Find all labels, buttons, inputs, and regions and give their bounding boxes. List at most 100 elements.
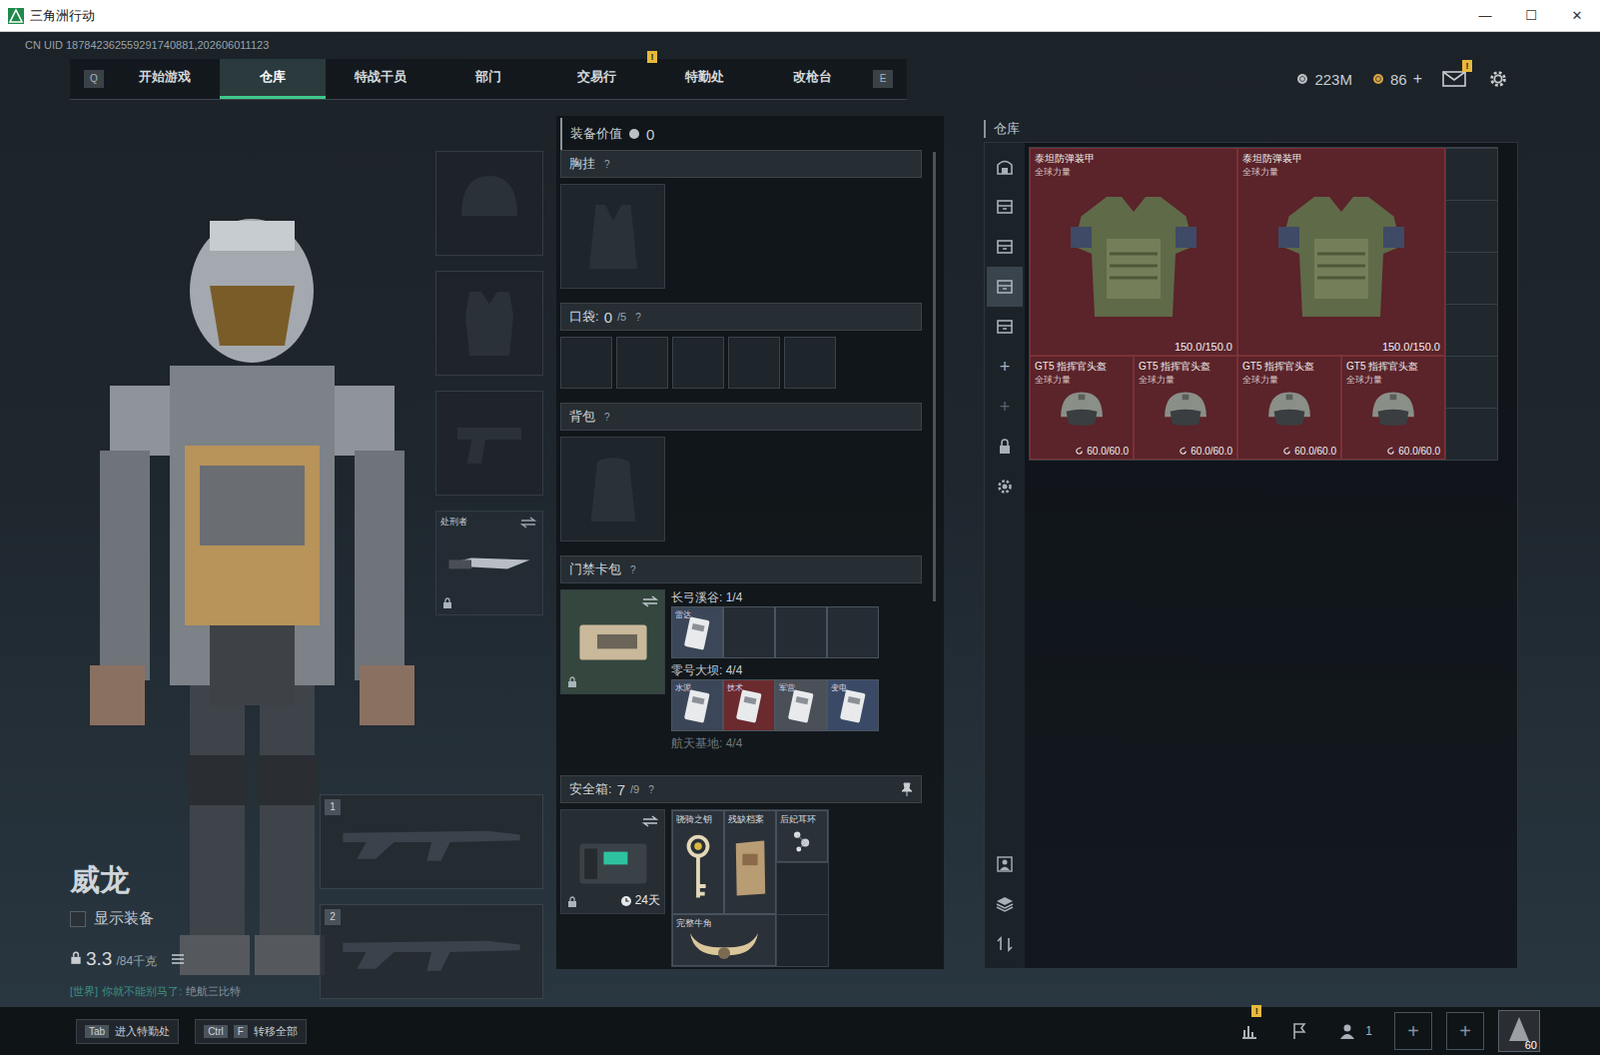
gear-slot[interactable]: 处刑者 (435, 510, 544, 616)
add-tab-glyph: + (999, 396, 1011, 418)
warehouse-tab[interactable] (986, 226, 1023, 267)
warehouse-item[interactable]: GT5 指挥官头盔全球力量60.0/60.0 (1029, 355, 1134, 460)
section-header: 安全箱:7/9? (560, 775, 922, 803)
help-button[interactable]: ? (604, 411, 611, 423)
warehouse-tab[interactable] (986, 146, 1023, 187)
currency-amount: 86 (1390, 70, 1408, 88)
backpack-slot[interactable] (560, 436, 666, 542)
key-hint[interactable]: Tab进入特勤处 (75, 1018, 179, 1044)
keycard-slot[interactable]: 雷达 (671, 606, 724, 659)
character-panel: 处刑者威龙显示装备3.3/84千克[世界]你就不能别马了:绝航三比特12 (0, 115, 557, 1007)
gear-slot[interactable] (435, 390, 544, 496)
warehouse-tab[interactable] (986, 266, 1023, 307)
stats-button[interactable]: ! (1231, 1012, 1268, 1049)
help-button[interactable]: ? (630, 564, 637, 576)
help-button[interactable]: ? (635, 311, 642, 323)
warehouse-tab[interactable] (986, 466, 1023, 507)
warehouse-tab[interactable] (986, 186, 1023, 227)
swap-icon[interactable] (642, 595, 659, 608)
item-durability: 60.0/60.0 (1386, 445, 1441, 457)
nav-tab[interactable]: 仓库 (219, 58, 326, 99)
next-tab-key[interactable]: E (872, 69, 893, 88)
nav-tab[interactable]: 特战干员 (327, 58, 434, 99)
nav-tab[interactable]: 开始游戏 (111, 58, 218, 99)
section-title: 口袋: (569, 307, 600, 326)
pocket-slot[interactable] (728, 336, 781, 389)
warehouse-tool[interactable] (986, 923, 1023, 964)
secure-item[interactable]: 完整牛角 (672, 913, 777, 966)
flag-button[interactable] (1281, 1012, 1318, 1049)
nav-tab[interactable]: 部门 (435, 58, 542, 99)
warehouse-tab[interactable] (986, 306, 1023, 347)
keycard-slot[interactable] (826, 606, 879, 659)
item-durability: 150.0/150.0 (1382, 340, 1441, 353)
warehouse-item[interactable]: 泰坦防弹装甲全球力量150.0/150.0 (1237, 147, 1446, 356)
item-label: 残缺档案 (728, 812, 765, 826)
player-avatar[interactable]: 60 (1498, 1009, 1541, 1052)
swap-icon[interactable] (642, 814, 659, 827)
pocket-slot[interactable] (560, 336, 613, 389)
pocket-slot[interactable] (784, 336, 836, 389)
warehouse-tool[interactable] (986, 843, 1023, 884)
invite-slot[interactable]: + (1394, 1011, 1433, 1050)
secure-case-area: 24天骁骑之钥残缺档案后妃耳环完整牛角 (560, 808, 922, 967)
add-currency-button[interactable]: + (1413, 69, 1423, 88)
keycard-slot[interactable] (775, 606, 827, 659)
title-bar: 三角洲行动—☐✕ (0, 0, 1600, 32)
nav-tab[interactable]: 特勤处 ! (651, 58, 758, 99)
warehouse-item[interactable]: 泰坦防弹装甲全球力量150.0/150.0 (1029, 147, 1238, 356)
swap-icon[interactable] (520, 516, 537, 529)
help-button[interactable]: ? (604, 158, 611, 170)
checkbox-box[interactable] (69, 910, 86, 927)
pocket-slot[interactable] (616, 336, 669, 389)
weight-lock-icon (69, 950, 82, 965)
list-icon[interactable] (170, 952, 185, 965)
warehouse-item[interactable]: GT5 指挥官头盔全球力量60.0/60.0 (1133, 355, 1238, 460)
friends-button[interactable]: 1 (1331, 1020, 1381, 1041)
window-control-button[interactable]: ✕ (1554, 0, 1600, 31)
document-icon (731, 828, 770, 905)
help-button[interactable]: ? (648, 784, 655, 796)
pocket-slot[interactable] (672, 336, 725, 389)
key-hint[interactable]: CtrlF转移全部 (194, 1018, 307, 1044)
repair-icon (1282, 446, 1292, 456)
warehouse-item[interactable]: GT5 指挥官头盔全球力量60.0/60.0 (1237, 355, 1342, 460)
secure-item[interactable]: 骁骑之钥 (672, 809, 725, 914)
repair-icon (1074, 446, 1084, 456)
keycard-slot[interactable] (723, 606, 776, 659)
warehouse-tool[interactable] (986, 883, 1023, 924)
gear-slot[interactable] (435, 270, 544, 376)
keycard-slot[interactable]: 变电 (826, 679, 879, 732)
mail-button[interactable]: ! (1442, 67, 1467, 90)
keycard-slot[interactable]: 技术 (723, 679, 776, 732)
gear-slot[interactable] (435, 150, 544, 256)
show-equipment-checkbox[interactable]: 显示装备 (69, 908, 320, 928)
chest-rig-slot[interactable] (560, 183, 666, 289)
coin-icon (1296, 72, 1309, 85)
weapon-slot[interactable]: 2 (319, 903, 544, 999)
item-name: GT5 指挥官头盔 (1134, 356, 1237, 374)
secure-item[interactable]: 残缺档案 (724, 809, 777, 914)
window-control-button[interactable]: ☐ (1508, 0, 1555, 31)
secure-item[interactable]: 后妃耳环 (776, 809, 828, 862)
nav-tab[interactable]: 改枪台 (759, 58, 865, 99)
pin-icon[interactable] (900, 782, 913, 797)
window-control-button[interactable]: — (1462, 0, 1509, 31)
keycard-label: 军营 (779, 682, 796, 694)
invite-slot[interactable]: + (1446, 1011, 1485, 1050)
warehouse-item[interactable]: GT5 指挥官头盔全球力量60.0/60.0 (1341, 355, 1446, 460)
warehouse-tab[interactable]: + (986, 386, 1023, 427)
keycard-slot[interactable]: 军营 (775, 679, 827, 732)
weapon-slot[interactable]: 1 (319, 794, 544, 889)
keycard-case-slot[interactable] (560, 589, 666, 695)
nav-tab[interactable]: 交易行 (543, 58, 650, 99)
loadout-scrollbar[interactable] (932, 151, 936, 602)
prev-tab-key[interactable]: Q (83, 69, 104, 88)
earring-icon (786, 824, 818, 857)
warehouse-tab[interactable] (986, 426, 1023, 467)
warehouse-tab[interactable]: + (986, 346, 1023, 387)
settings-gear-icon[interactable] (1486, 67, 1511, 90)
keycard-label: 水泥 (675, 682, 692, 694)
secure-case-slot[interactable]: 24天 (560, 808, 666, 914)
keycard-slot[interactable]: 水泥 (671, 679, 724, 732)
